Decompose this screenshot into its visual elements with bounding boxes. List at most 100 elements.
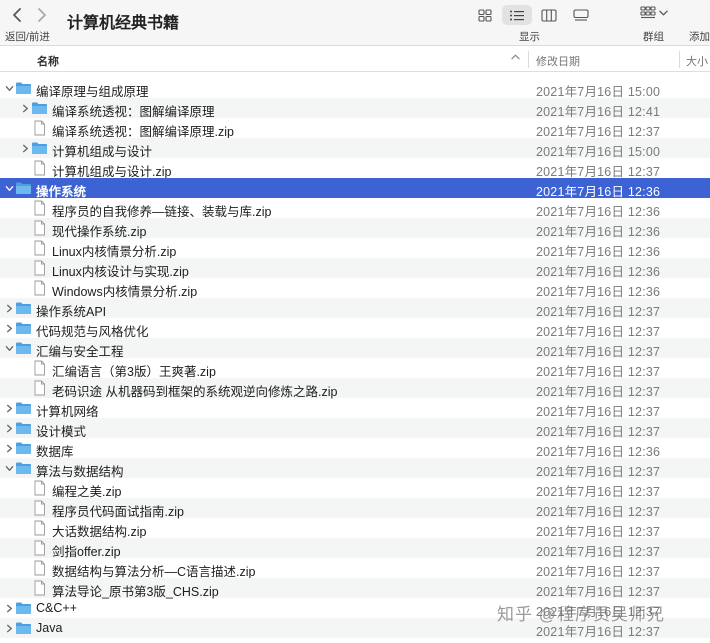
folder-icon (15, 180, 32, 196)
file-row[interactable]: 汇编语言（第3版）王爽著.zip 2021年7月16日 12:37 (0, 358, 710, 379)
disclosure-right-icon[interactable] (3, 601, 15, 615)
folder-icon (15, 320, 32, 336)
watermark: 知乎 @程序员吴师兄 (497, 605, 665, 624)
forward-button[interactable] (33, 6, 51, 24)
zip-file-icon (31, 200, 48, 216)
folder-icon (31, 100, 48, 116)
disclosure-down-icon[interactable] (3, 461, 15, 475)
disclosure-right-icon[interactable] (3, 321, 15, 335)
file-row[interactable]: 老码识途 从机器码到框架的系统观逆向修炼之路.zip 2021年7月16日 12:… (0, 378, 710, 399)
file-row[interactable]: 现代操作系统.zip 2021年7月16日 12:36 (0, 218, 710, 239)
file-row[interactable]: 程序员代码面试指南.zip 2021年7月16日 12:37 (0, 498, 710, 519)
file-row[interactable]: 编译系统透视：图解编译原理.zip 2021年7月16日 12:37 (0, 118, 710, 139)
folder-icon (15, 440, 32, 456)
folder-row[interactable]: 汇编与安全工程 2021年7月16日 12:37 (0, 338, 710, 359)
folder-row[interactable]: 代码规范与风格优化 2021年7月16日 12:37 (0, 318, 710, 339)
folder-row[interactable]: 计算机组成与设计 2021年7月16日 15:00 (0, 138, 710, 159)
file-row[interactable]: Linux内核设计与实现.zip 2021年7月16日 12:36 (0, 258, 710, 279)
file-list: 编译原理与组成原理 2021年7月16日 15:00 编译系统透视：图解编译原理 20… (0, 78, 710, 639)
zip-file-icon (31, 380, 48, 396)
disclosure-down-icon[interactable] (3, 181, 15, 195)
zip-file-icon (31, 260, 48, 276)
list-icon (510, 10, 524, 20)
folder-row[interactable]: 设计模式 2021年7月16日 12:37 (0, 418, 710, 439)
group-button[interactable] (640, 6, 668, 19)
folder-icon (15, 80, 32, 96)
group-caption: 群组 (643, 31, 664, 43)
item-name: Java (36, 621, 63, 635)
chevron-left-icon (13, 8, 21, 22)
size-column-header[interactable]: 大小 (686, 53, 708, 69)
folder-row[interactable]: 算法与数据结构 2021年7月16日 12:37 (0, 458, 710, 479)
zip-file-icon (31, 560, 48, 576)
list-view-button[interactable] (502, 5, 532, 25)
folder-icon (15, 300, 32, 316)
icon-view-button[interactable] (470, 5, 500, 25)
folder-row[interactable]: 编译原理与组成原理 2021年7月16日 15:00 (0, 78, 710, 99)
file-row[interactable]: 剑指offer.zip 2021年7月16日 12:37 (0, 538, 710, 559)
toolbar: 返回/前进 计算机经典书籍 显示 群组 添加 (0, 0, 710, 46)
gallery-icon (573, 8, 589, 21)
date-column-header[interactable]: 修改日期 (536, 53, 580, 69)
zip-file-icon (31, 520, 48, 536)
disclosure-down-icon[interactable] (3, 81, 15, 95)
zip-file-icon (31, 240, 48, 256)
file-row[interactable]: Windows内核情景分析.zip 2021年7月16日 12:36 (0, 278, 710, 299)
window-title: 计算机经典书籍 (67, 15, 180, 32)
zip-file-icon (31, 480, 48, 496)
disclosure-right-icon[interactable] (3, 401, 15, 415)
file-row[interactable]: 计算机组成与设计.zip 2021年7月16日 12:37 (0, 158, 710, 179)
file-row[interactable]: 数据结构与算法分析—C语言描述.zip 2021年7月16日 12:37 (0, 558, 710, 579)
disclosure-right-icon[interactable] (19, 101, 31, 115)
folder-icon (15, 460, 32, 476)
back-button[interactable] (8, 6, 26, 24)
chevron-right-icon (38, 8, 46, 22)
zip-file-icon (31, 120, 48, 136)
zip-file-icon (31, 220, 48, 236)
column-divider[interactable] (679, 51, 680, 68)
nav-caption: 返回/前进 (5, 31, 50, 43)
column-header: 名称 修改日期 大小 (0, 47, 710, 72)
folder-icon (15, 400, 32, 416)
column-divider[interactable] (528, 51, 529, 68)
disclosure-right-icon[interactable] (3, 441, 15, 455)
column-view-button[interactable] (534, 5, 564, 25)
add-caption: 添加 (689, 31, 710, 43)
folder-row[interactable]: 编译系统透视：图解编译原理 2021年7月16日 12:41 (0, 98, 710, 119)
disclosure-right-icon[interactable] (3, 621, 15, 635)
folder-row[interactable]: 计算机网络 2021年7月16日 12:37 (0, 398, 710, 419)
zip-file-icon (31, 540, 48, 556)
disclosure-right-icon[interactable] (3, 421, 15, 435)
file-row[interactable]: 大话数据结构.zip 2021年7月16日 12:37 (0, 518, 710, 539)
disclosure-right-icon[interactable] (3, 301, 15, 315)
view-caption: 显示 (519, 31, 540, 43)
group-grid-icon (640, 6, 656, 19)
zip-file-icon (31, 160, 48, 176)
folder-row[interactable]: 操作系统 2021年7月16日 12:36 (0, 178, 710, 199)
item-name: C&C++ (36, 601, 77, 615)
folder-icon (15, 620, 32, 636)
columns-icon (541, 8, 557, 22)
disclosure-right-icon[interactable] (19, 141, 31, 155)
sort-chevron-icon[interactable] (511, 52, 520, 63)
zip-file-icon (31, 580, 48, 596)
grid-icon (478, 8, 492, 22)
disclosure-down-icon[interactable] (3, 341, 15, 355)
name-column-header[interactable]: 名称 (37, 53, 59, 69)
folder-icon (31, 140, 48, 156)
file-row[interactable]: 程序员的自我修养—链接、装载与库.zip 2021年7月16日 12:36 (0, 198, 710, 219)
chevron-down-icon (659, 10, 668, 15)
zip-file-icon (31, 360, 48, 376)
folder-icon (15, 420, 32, 436)
file-row[interactable]: 编程之美.zip 2021年7月16日 12:37 (0, 478, 710, 499)
zip-file-icon (31, 500, 48, 516)
file-row[interactable]: 算法导论_原书第3版_CHS.zip 2021年7月16日 12:37 (0, 578, 710, 599)
folder-icon (15, 600, 32, 616)
folder-row[interactable]: 数据库 2021年7月16日 12:36 (0, 438, 710, 459)
folder-row[interactable]: 操作系统API 2021年7月16日 12:37 (0, 298, 710, 319)
view-switcher (470, 5, 598, 25)
folder-icon (15, 340, 32, 356)
zip-file-icon (31, 280, 48, 296)
gallery-view-button[interactable] (566, 5, 596, 25)
file-row[interactable]: Linux内核情景分析.zip 2021年7月16日 12:36 (0, 238, 710, 259)
